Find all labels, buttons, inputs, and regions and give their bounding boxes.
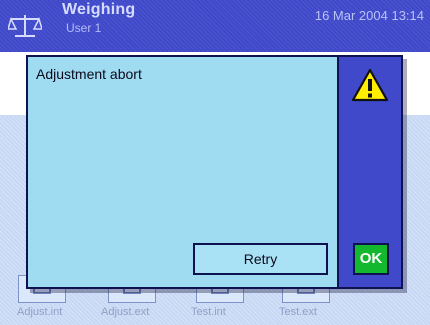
app-title: Weighing [62, 1, 136, 18]
balance-screen: Weighing User 1 16 Mar 2004 13:14 Adjust… [0, 0, 430, 325]
warning-icon [351, 68, 389, 102]
test-ext-label: Test.ext [279, 306, 317, 318]
title-bar: Weighing User 1 16 Mar 2004 13:14 [0, 0, 430, 52]
adjust-int-label: Adjust.int [17, 306, 63, 318]
retry-button[interactable]: Retry [193, 243, 328, 275]
adjust-ext-label: Adjust.ext [101, 306, 150, 318]
test-int-label: Test.int [191, 306, 226, 318]
user-label: User 1 [66, 21, 102, 35]
ok-button[interactable]: OK [353, 243, 389, 275]
date-time: 16 Mar 2004 13:14 [314, 8, 424, 23]
dialog-side-panel: OK [337, 57, 401, 287]
dialog-message: Adjustment abort [36, 66, 142, 82]
scale-icon [8, 15, 42, 37]
error-dialog: Adjustment abort Retry OK [26, 55, 403, 289]
